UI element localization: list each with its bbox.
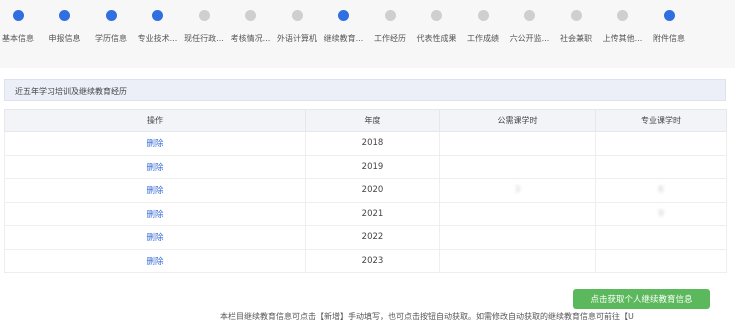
step-item[interactable]: 社会兼职 <box>552 10 600 44</box>
step-item[interactable]: 申报信息 <box>41 10 89 44</box>
table-row: 删除 2021 9 <box>4 201 727 226</box>
progress-steps: 基本信息 申报信息 学历信息 专业技术... 现任行政... 考核情况... 外语计算机 继续… <box>0 0 735 68</box>
delete-link[interactable]: 删除 <box>4 154 306 179</box>
step-item[interactable]: 上传其他... <box>599 10 647 44</box>
step-label: 工作经历 <box>374 34 406 43</box>
step-item[interactable]: 工作成绩 <box>459 10 507 44</box>
step-pending-dot-icon <box>431 10 442 21</box>
step-item[interactable]: 继续教育... <box>320 10 368 44</box>
table-header-row: 操作 年度 公需课学时 专业课学时 <box>4 109 727 132</box>
year-cell: 2022 <box>305 225 440 250</box>
step-complete-dot-icon <box>105 10 117 21</box>
delete-link[interactable]: 删除 <box>4 178 306 203</box>
step-pending-dot-icon <box>245 10 256 21</box>
step-label: 申报信息 <box>48 34 81 43</box>
step-item[interactable]: 六公开监... <box>506 10 554 44</box>
table-row: 删除 2018 <box>4 131 727 156</box>
step-pending-dot-icon <box>198 10 210 21</box>
step-item[interactable]: 外语计算机 <box>273 10 321 44</box>
education-table: 操作 年度 公需课学时 专业课学时 删除 2018 删除 2019 删除 2020 3 6 删除… <box>4 109 727 273</box>
section-header: 近五年学习培训及继续教育经历 <box>4 79 726 101</box>
step-label: 工作成绩 <box>467 34 499 43</box>
step-label: 附件信息 <box>653 34 685 43</box>
year-cell: 2019 <box>305 154 440 179</box>
step-label: 学历信息 <box>95 34 127 43</box>
year-cell: 2021 <box>305 201 440 226</box>
step-label: 社会兼职 <box>560 34 592 43</box>
column-header-pro-hours: 专业课学时 <box>595 109 727 132</box>
pro-hours-cell <box>595 248 727 273</box>
step-pending-dot-icon <box>570 10 582 21</box>
step-label: 基本信息 <box>2 34 34 43</box>
step-pending-dot-icon <box>617 10 628 21</box>
year-cell: 2023 <box>305 248 440 273</box>
delete-link[interactable]: 删除 <box>4 225 306 250</box>
public-hours-cell <box>439 131 596 156</box>
step-label: 六公开监... <box>509 34 550 43</box>
step-pending-dot-icon <box>477 10 489 21</box>
step-item[interactable]: 工作经历 <box>366 10 414 44</box>
step-label: 专业技术... <box>137 34 178 43</box>
public-hours-cell <box>439 248 596 273</box>
step-item[interactable]: 附件信息 <box>645 10 693 44</box>
step-label: 考核情况... <box>230 34 271 43</box>
step-label: 现任行政... <box>184 34 224 43</box>
step-complete-dot-icon <box>59 10 70 21</box>
step-item[interactable]: 专业技术... <box>134 10 182 44</box>
public-hours-cell: 3 <box>439 178 596 203</box>
delete-link[interactable]: 删除 <box>4 248 306 273</box>
pro-hours-cell: 6 <box>595 178 727 203</box>
table-row: 删除 2020 3 6 <box>4 178 727 203</box>
step-label: 代表性成果 <box>416 34 457 43</box>
table-row: 删除 2022 <box>4 225 727 250</box>
public-hours-cell <box>439 154 596 179</box>
step-item[interactable]: 基本信息 <box>0 10 42 44</box>
footer-note: 本栏目继续教育信息可点击【新增】手动填写，也可点击按钮自动获取。如需修改自动获取… <box>220 312 634 321</box>
delete-link[interactable]: 删除 <box>4 201 306 226</box>
step-pending-dot-icon <box>524 10 535 21</box>
public-hours-cell <box>439 225 596 250</box>
column-header-year: 年度 <box>305 109 440 132</box>
step-pending-dot-icon <box>291 10 303 21</box>
pro-hours-cell <box>595 131 727 156</box>
column-header-action: 操作 <box>4 109 306 132</box>
section-title: 近五年学习培训及继续教育经历 <box>15 87 127 96</box>
year-cell: 2018 <box>305 131 440 156</box>
step-label: 上传其他... <box>602 34 643 43</box>
column-header-public-hours: 公需课学时 <box>439 109 596 132</box>
step-item[interactable]: 现任行政... <box>180 10 228 44</box>
step-pending-dot-icon <box>384 10 396 21</box>
pro-hours-cell: 9 <box>595 201 727 226</box>
step-complete-dot-icon <box>663 10 675 21</box>
pro-hours-cell <box>595 154 727 179</box>
pro-hours-cell <box>595 225 727 250</box>
step-item[interactable]: 考核情况... <box>227 10 275 44</box>
delete-link[interactable]: 删除 <box>4 131 306 156</box>
step-label: 继续教育... <box>323 34 364 43</box>
step-item[interactable]: 学历信息 <box>87 10 135 44</box>
fetch-education-button[interactable]: 点击获取个人继续教育信息 <box>573 289 710 309</box>
public-hours-cell <box>439 201 596 226</box>
step-complete-dot-icon <box>12 10 24 21</box>
step-item[interactable]: 代表性成果 <box>413 10 461 44</box>
step-label: 外语计算机 <box>277 34 317 43</box>
table-row: 删除 2019 <box>4 154 727 179</box>
table-row: 删除 2023 <box>4 248 727 273</box>
step-complete-dot-icon <box>152 10 163 21</box>
year-cell: 2020 <box>305 178 440 203</box>
step-complete-dot-icon <box>338 10 349 21</box>
